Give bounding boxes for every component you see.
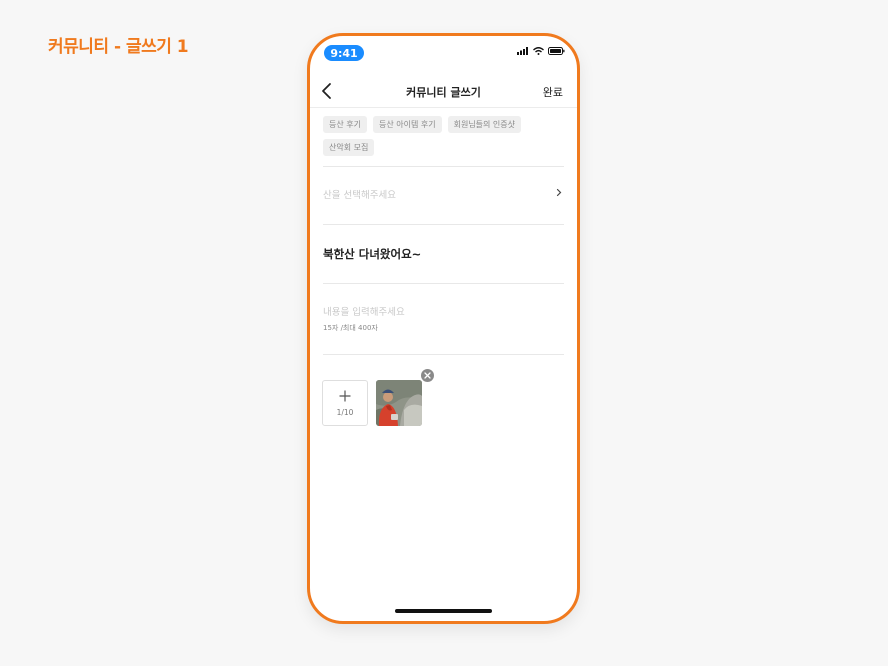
photo-thumbnail[interactable] (376, 380, 422, 426)
chevron-right-icon (556, 188, 562, 197)
char-count: 15자 /최대 400자 (323, 324, 378, 332)
content-input[interactable]: 내용을 입력해주세요 15자 /최대 400자 (323, 304, 564, 333)
divider (323, 283, 564, 284)
remove-photo-button[interactable] (421, 369, 434, 382)
page-label: 커뮤니티 - 글쓰기 1 (48, 37, 189, 57)
status-bar: 9:41 (310, 36, 577, 68)
divider (323, 224, 564, 225)
battery-icon (548, 47, 565, 55)
photo-image (376, 380, 422, 426)
wifi-icon (533, 47, 544, 55)
nav-bar: 커뮤니티 글쓰기 완료 (310, 74, 577, 108)
add-photo-button[interactable]: 1/10 (322, 380, 368, 426)
category-chips: 등산 후기 등산 아이템 후기 회원님들의 인증샷 산악회 모집 (323, 116, 568, 156)
divider (323, 166, 564, 167)
chip-club-recruit[interactable]: 산악회 모집 (323, 139, 375, 156)
status-icons (517, 47, 565, 55)
done-button[interactable]: 완료 (543, 84, 563, 100)
post-title-input[interactable]: 북한산 다녀왔어요~ (323, 246, 421, 262)
divider (323, 354, 564, 355)
chip-hiking-review[interactable]: 등산 후기 (323, 116, 367, 133)
mountain-placeholder: 산을 선택해주세요 (323, 190, 396, 201)
chip-gear-review[interactable]: 등산 아이템 후기 (372, 116, 442, 133)
phone-frame: 9:41 커뮤니티 글쓰기 완료 등산 후기 등산 아이템 후기 회원님들의 인… (307, 33, 580, 624)
close-icon (424, 372, 431, 379)
mountain-select[interactable]: 산을 선택해주세요 (323, 182, 564, 206)
home-indicator (395, 609, 492, 613)
signal-icon (517, 47, 528, 55)
photo-count: 1/10 (336, 407, 354, 417)
chip-member-photos[interactable]: 회원님들의 인증샷 (447, 116, 522, 133)
page-title: 커뮤니티 글쓰기 (406, 86, 481, 99)
plus-icon (339, 390, 351, 401)
status-time: 9:41 (324, 45, 364, 61)
content-placeholder: 내용을 입력해주세요 (323, 307, 405, 318)
